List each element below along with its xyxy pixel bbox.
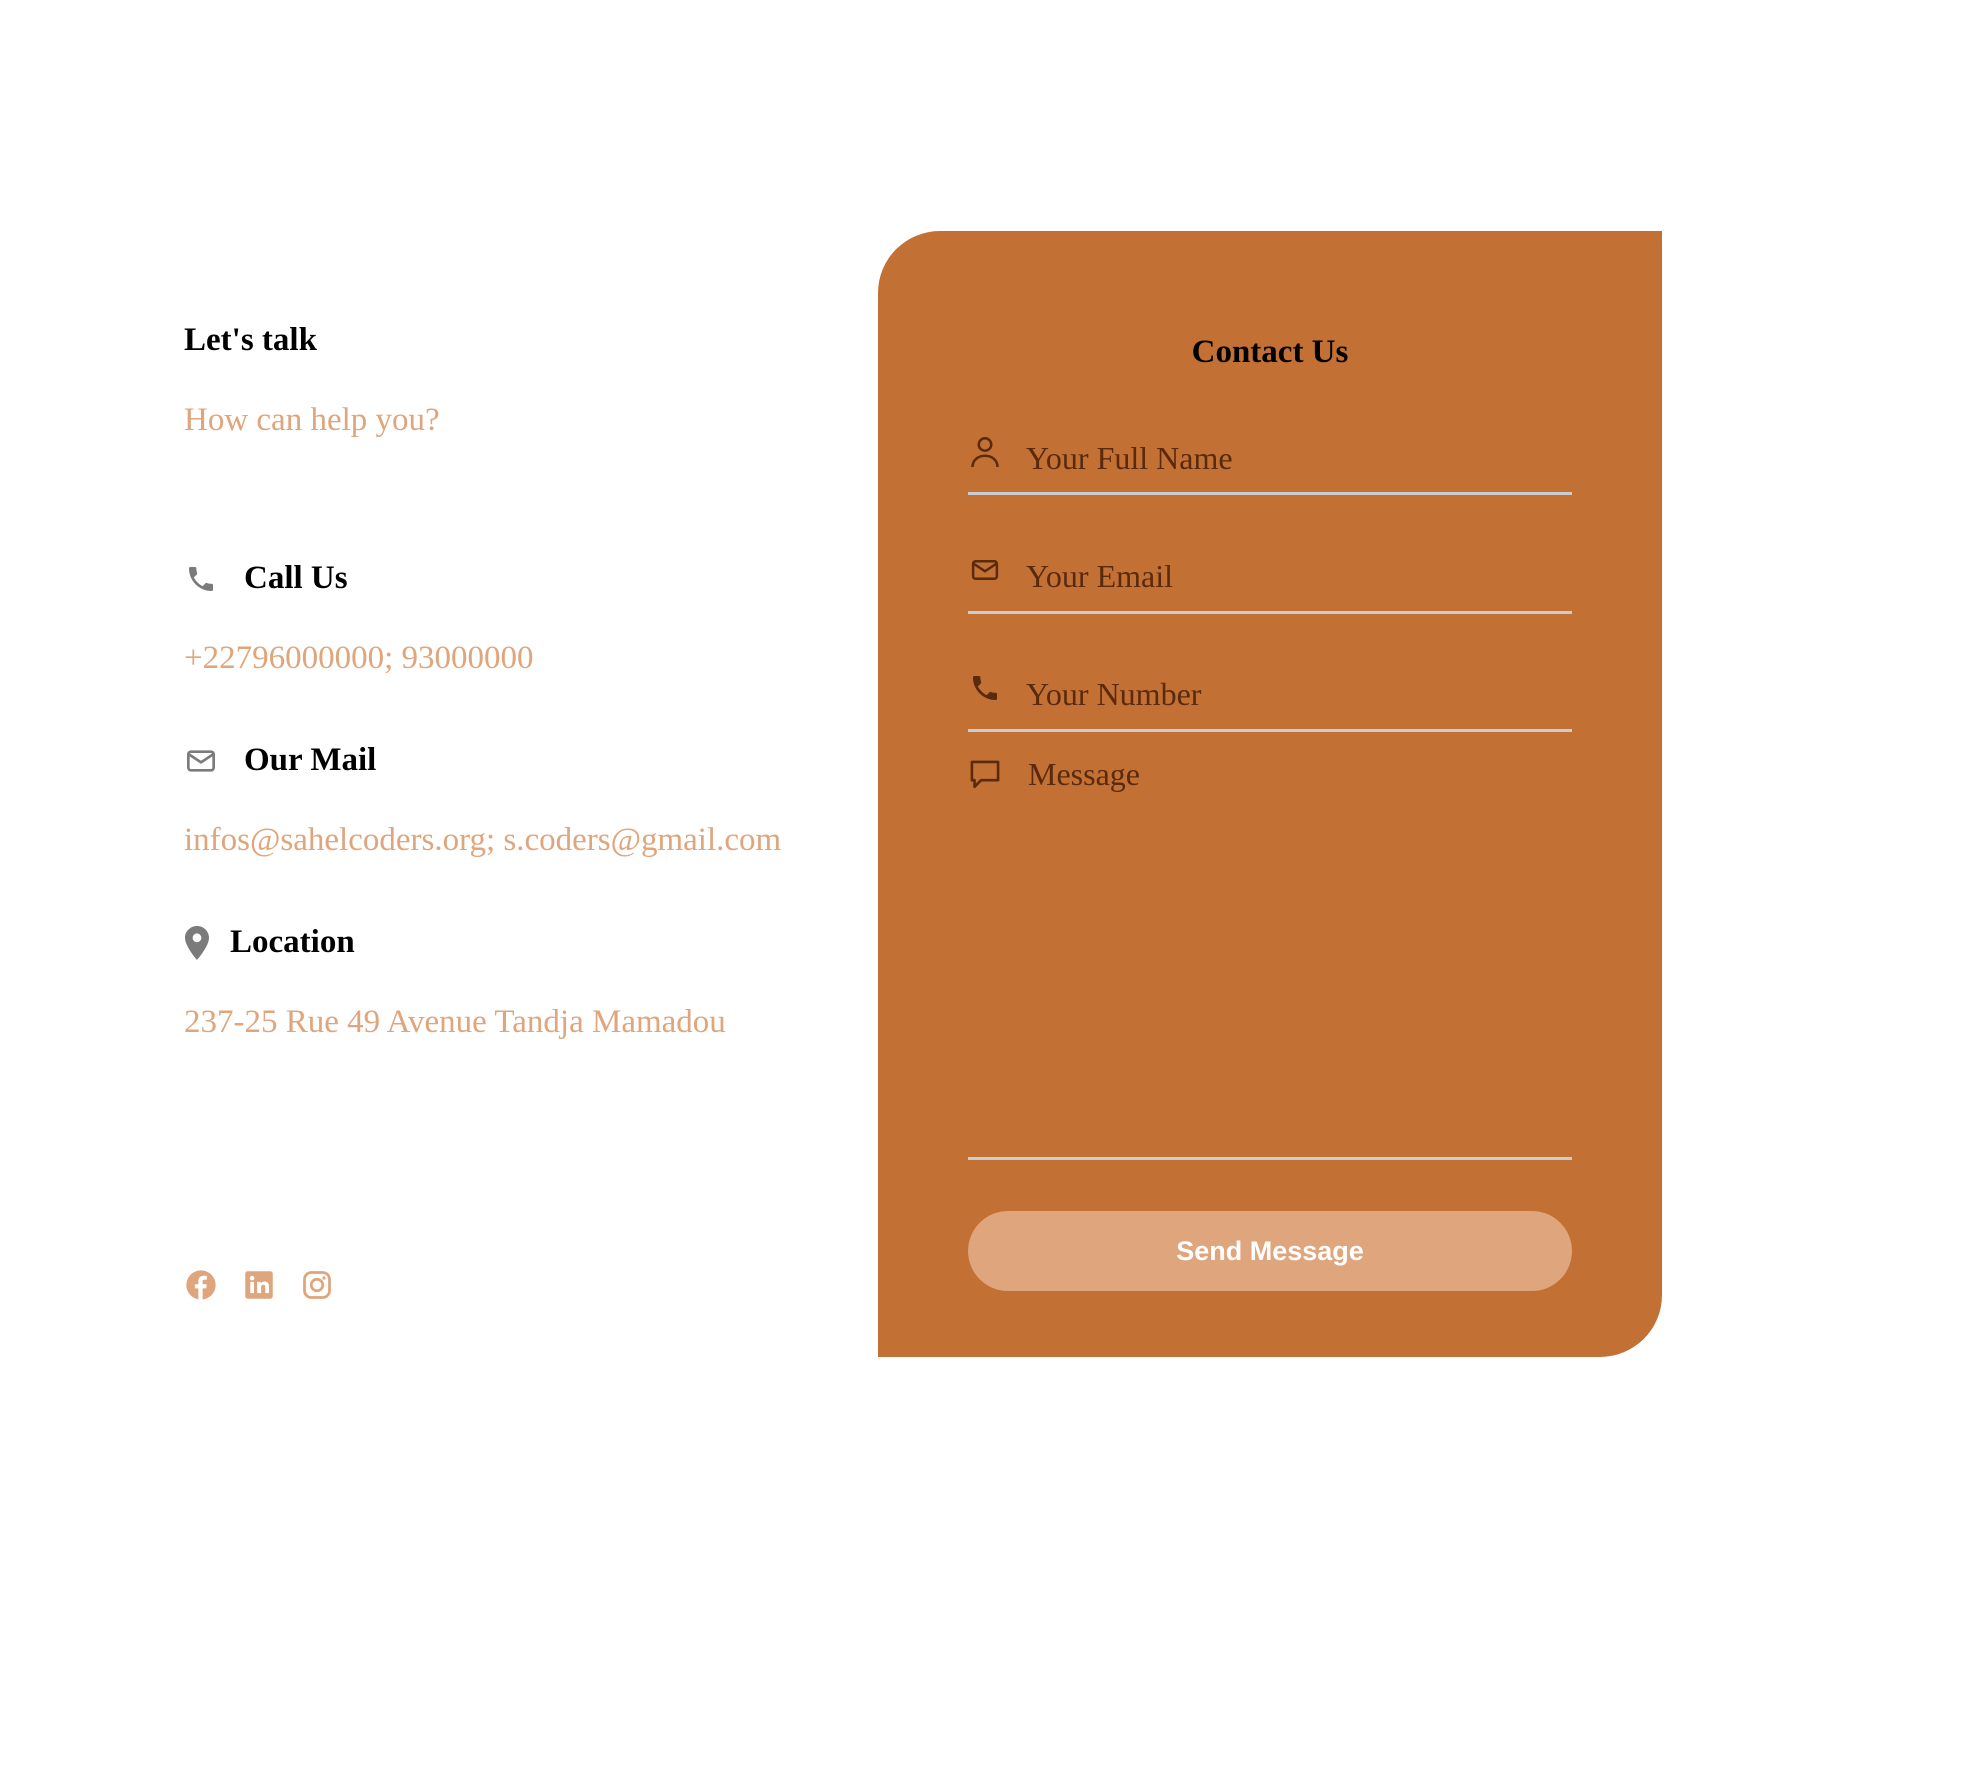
user-icon: [968, 435, 1002, 469]
info-title: Let's talk: [184, 322, 317, 358]
phone-icon: [184, 562, 218, 596]
location-address: 237-25 Rue 49 Avenue Tandja Mamadou: [184, 1004, 726, 1040]
phone-numbers: +22796000000; 93000000: [184, 640, 534, 676]
envelope-icon: [968, 553, 1002, 587]
location-row: Location: [184, 924, 355, 961]
map-pin-icon: [184, 925, 210, 960]
facebook-icon[interactable]: [184, 1268, 218, 1302]
form-title: Contact Us: [1191, 334, 1349, 370]
message-field: [968, 756, 1572, 1160]
envelope-icon: [184, 744, 218, 778]
email-input[interactable]: [1026, 553, 1572, 599]
message-input[interactable]: [1028, 756, 1568, 1136]
instagram-icon[interactable]: [300, 1268, 334, 1302]
number-field: [968, 671, 1572, 732]
our-mail-row: Our Mail: [184, 742, 376, 779]
phone-icon: [968, 671, 1002, 705]
send-message-button[interactable]: Send Message: [968, 1211, 1572, 1291]
info-subtitle: How can help you?: [184, 402, 440, 438]
full-name-field: [968, 435, 1572, 495]
social-links: [184, 1268, 358, 1302]
our-mail-label: Our Mail: [244, 742, 377, 778]
number-input[interactable]: [1026, 671, 1572, 717]
location-label: Location: [230, 924, 355, 960]
mail-addresses: infos@sahelcoders.org; s.coders@gmail.co…: [184, 822, 782, 858]
contact-form-card: Contact Us Send Message: [878, 231, 1662, 1357]
call-us-row: Call Us: [184, 560, 348, 597]
chat-bubble-icon: [968, 758, 1002, 792]
call-us-label: Call Us: [244, 560, 348, 596]
full-name-input[interactable]: [1026, 435, 1572, 481]
linkedin-icon[interactable]: [242, 1268, 276, 1302]
email-field: [968, 553, 1572, 614]
